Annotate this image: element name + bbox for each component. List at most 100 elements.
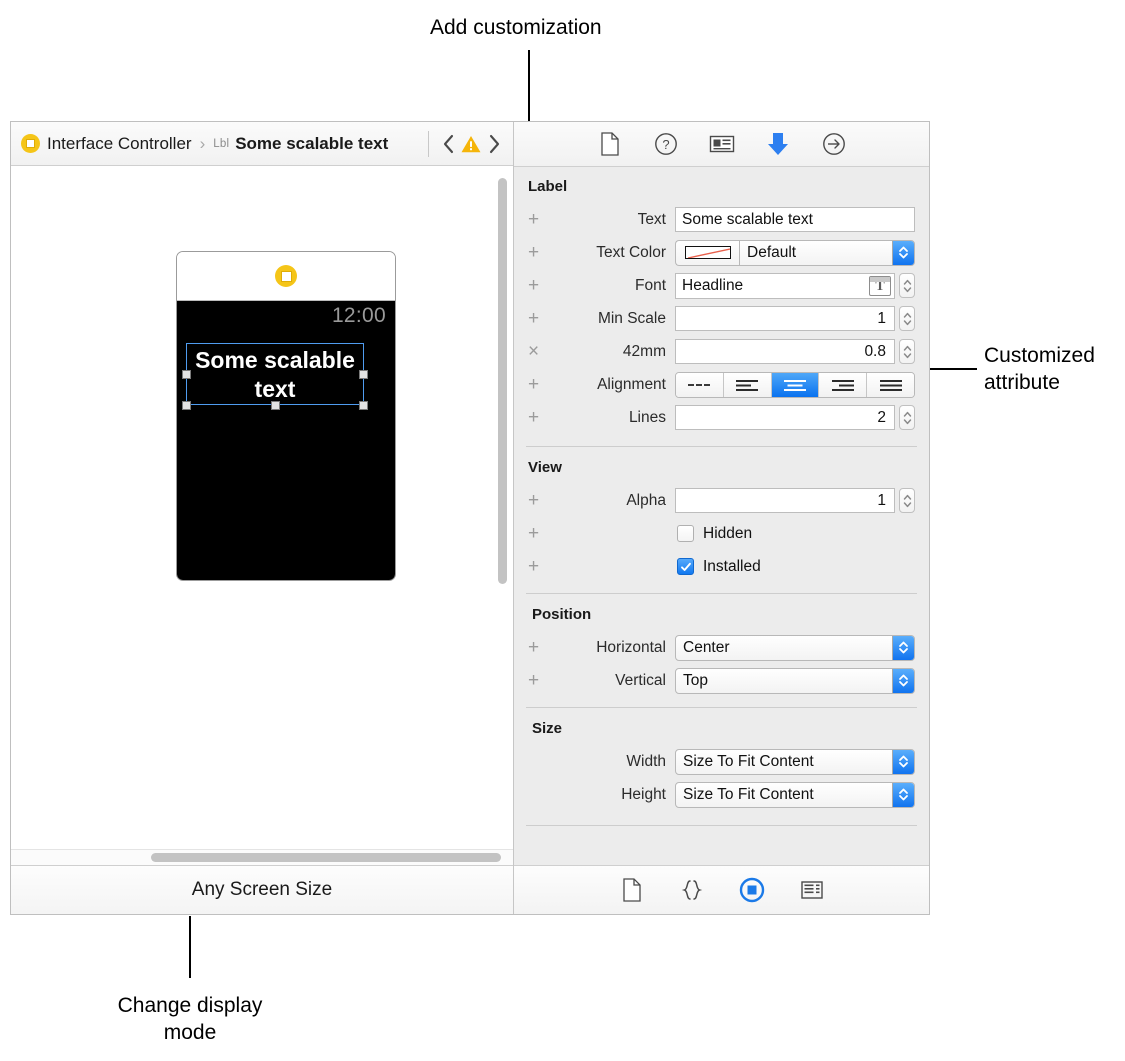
row-min-scale: + Min Scale 1 [514, 302, 929, 335]
lines-input[interactable]: 2 [675, 405, 895, 430]
installed-checkbox[interactable] [677, 558, 694, 575]
installed-checkbox-label: Installed [703, 557, 761, 575]
selected-label-text: Some scalable text [195, 347, 355, 402]
identity-inspector-icon[interactable] [707, 130, 737, 158]
font-panel-icon[interactable]: T [869, 275, 891, 296]
breadcrumb-label-element[interactable]: Lbl Some scalable text [213, 134, 388, 154]
code-snippet-library-icon[interactable] [677, 876, 707, 904]
resize-handle-bottom-left[interactable] [182, 401, 191, 410]
media-library-icon[interactable] [797, 876, 827, 904]
file-inspector-icon[interactable] [595, 130, 625, 158]
add-customization-button-vertical[interactable]: + [528, 671, 548, 690]
alignment-option-left[interactable] [723, 372, 772, 397]
add-customization-button-alpha[interactable]: + [528, 491, 548, 510]
object-library-icon[interactable] [737, 876, 767, 904]
horizontal-value: Center [683, 638, 730, 656]
watch-screen[interactable]: 12:00 Some scalable text [177, 301, 395, 580]
svg-text:?: ? [662, 137, 669, 152]
min-scale-input[interactable]: 1 [675, 306, 895, 331]
hidden-checkbox[interactable] [677, 525, 694, 542]
section-divider-1 [526, 446, 917, 447]
alpha-stepper[interactable] [899, 488, 915, 513]
font-stepper[interactable] [899, 273, 915, 298]
row-42mm: × 42mm 0.8 [514, 335, 929, 368]
label-lines: Lines [628, 408, 666, 426]
popup-arrows-icon [892, 749, 914, 774]
label-42mm: 42mm [622, 342, 666, 360]
resize-handle-bottom[interactable] [271, 401, 280, 410]
row-lines: + Lines 2 [514, 401, 929, 434]
42mm-stepper[interactable] [899, 339, 915, 364]
alignment-segmented-control[interactable] [675, 371, 915, 398]
breadcrumb-element-label: Some scalable text [235, 133, 389, 153]
field-42mm: 0.8 [675, 339, 915, 364]
text-color-value: Default [747, 243, 797, 261]
connections-inspector-icon[interactable] [819, 130, 849, 158]
warning-triangle-icon[interactable] [460, 133, 482, 155]
alignment-option-justified[interactable] [867, 372, 914, 397]
dashes-icon [688, 383, 711, 386]
42mm-input[interactable]: 0.8 [675, 339, 895, 364]
row-alpha: + Alpha 1 [514, 484, 929, 517]
add-customization-button-lines[interactable]: + [528, 408, 548, 427]
text-input[interactable]: Some scalable text [675, 207, 915, 232]
canvas-area[interactable]: 12:00 Some scalable text [11, 166, 513, 849]
resize-handle-left[interactable] [182, 370, 191, 379]
row-vertical: + Vertical Top [514, 664, 929, 697]
label-text: Text [637, 210, 666, 228]
add-customization-button-font[interactable]: + [528, 276, 548, 295]
alignment-option-center[interactable] [771, 372, 820, 397]
add-customization-button-hidden[interactable]: + [528, 524, 548, 543]
add-customization-button-alignment[interactable]: + [528, 375, 548, 394]
label-height: Height [621, 785, 666, 803]
selected-label-element[interactable]: Some scalable text [182, 343, 368, 410]
back-chevron-icon[interactable] [437, 131, 459, 157]
lines-stepper[interactable] [899, 405, 915, 430]
add-customization-button-text-color[interactable]: + [528, 243, 548, 262]
canvas-horizontal-scrollbar-thumb[interactable] [151, 853, 501, 862]
text-color-well[interactable] [675, 239, 739, 266]
file-template-library-icon[interactable] [617, 876, 647, 904]
alignment-option-default[interactable] [676, 372, 724, 397]
remove-customization-button-42mm[interactable]: × [528, 342, 548, 361]
font-value: Headline [682, 276, 744, 294]
watch-preview[interactable]: 12:00 Some scalable text [176, 251, 396, 581]
interface-controller-icon [21, 134, 40, 153]
canvas-horizontal-scrollbar[interactable] [11, 849, 513, 865]
section-header-size: Size [532, 720, 563, 737]
row-text-color: + Text Color Default [514, 236, 929, 269]
alignment-option-right[interactable] [819, 372, 868, 397]
min-scale-stepper[interactable] [899, 306, 915, 331]
add-customization-button-min-scale[interactable]: + [528, 309, 548, 328]
add-customization-button-installed[interactable]: + [528, 557, 548, 576]
forward-chevron-icon[interactable] [483, 131, 505, 157]
width-popup[interactable]: Size To Fit Content [675, 748, 915, 775]
horizontal-popup[interactable]: Center [675, 634, 915, 661]
label-min-scale: Min Scale [597, 309, 666, 327]
quick-help-inspector-icon[interactable]: ? [651, 130, 681, 158]
section-divider-3 [526, 707, 917, 708]
canvas-vertical-scrollbar[interactable] [498, 178, 507, 584]
field-width: Size To Fit Content [675, 748, 915, 775]
alpha-input[interactable]: 1 [675, 488, 895, 513]
watch-titlebar [177, 252, 395, 301]
popup-arrows-icon [892, 668, 914, 693]
text-color-popup[interactable]: Default [739, 239, 915, 266]
font-input[interactable]: Headline T [675, 272, 895, 299]
breadcrumb-interface-controller[interactable]: Interface Controller [21, 134, 192, 154]
row-text: + Text Some scalable text [514, 203, 929, 236]
add-customization-button-horizontal[interactable]: + [528, 638, 548, 657]
display-mode-bar[interactable]: Any Screen Size [11, 865, 513, 914]
row-hidden: + Hidden [514, 517, 929, 550]
field-text: Some scalable text [675, 207, 915, 232]
label-alignment: Alignment [597, 375, 666, 393]
height-popup[interactable]: Size To Fit Content [675, 781, 915, 808]
vertical-popup[interactable]: Top [675, 667, 915, 694]
resize-handle-bottom-right[interactable] [359, 401, 368, 410]
resize-handle-right[interactable] [359, 370, 368, 379]
label-text-color: Text Color [596, 243, 666, 261]
add-customization-button-text[interactable]: + [528, 210, 548, 229]
attributes-inspector-icon[interactable] [763, 130, 793, 158]
breadcrumb-controller-label: Interface Controller [47, 133, 192, 153]
section-divider-2 [526, 593, 917, 594]
